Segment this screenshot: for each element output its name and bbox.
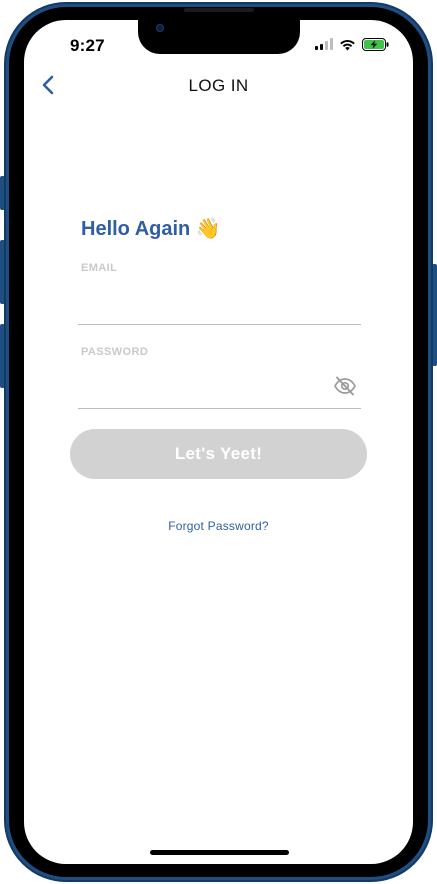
- notch: [138, 20, 300, 54]
- cellular-signal-icon: [315, 38, 333, 50]
- home-indicator: [150, 850, 289, 855]
- email-label: EMAIL: [81, 262, 118, 274]
- wifi-icon: [340, 39, 355, 50]
- eye-slash-icon[interactable]: [333, 374, 357, 398]
- screen: 9:27 LOG IN Hello Again 👋 EMAIL PASSWORD…: [24, 20, 413, 864]
- battery-charging-icon: [362, 37, 389, 51]
- forgot-password-link[interactable]: Forgot Password?: [24, 519, 413, 533]
- front-camera: [156, 24, 164, 32]
- page-title: LOG IN: [188, 76, 249, 95]
- password-label: PASSWORD: [81, 346, 149, 358]
- password-underline: [78, 408, 361, 409]
- earpiece-speaker: [184, 8, 254, 12]
- status-time: 9:27: [70, 36, 105, 55]
- waving-hand-icon: 👋: [195, 218, 221, 240]
- status-icons: [315, 37, 389, 51]
- login-submit-button[interactable]: Let's Yeet!: [70, 429, 367, 479]
- email-field[interactable]: [78, 292, 361, 322]
- greeting-heading: Hello Again 👋: [81, 216, 221, 241]
- greeting-text: Hello Again: [81, 218, 191, 240]
- password-field[interactable]: [78, 376, 328, 406]
- phone-device: 9:27 LOG IN Hello Again 👋 EMAIL PASSWORD…: [0, 0, 437, 884]
- email-underline: [78, 324, 361, 325]
